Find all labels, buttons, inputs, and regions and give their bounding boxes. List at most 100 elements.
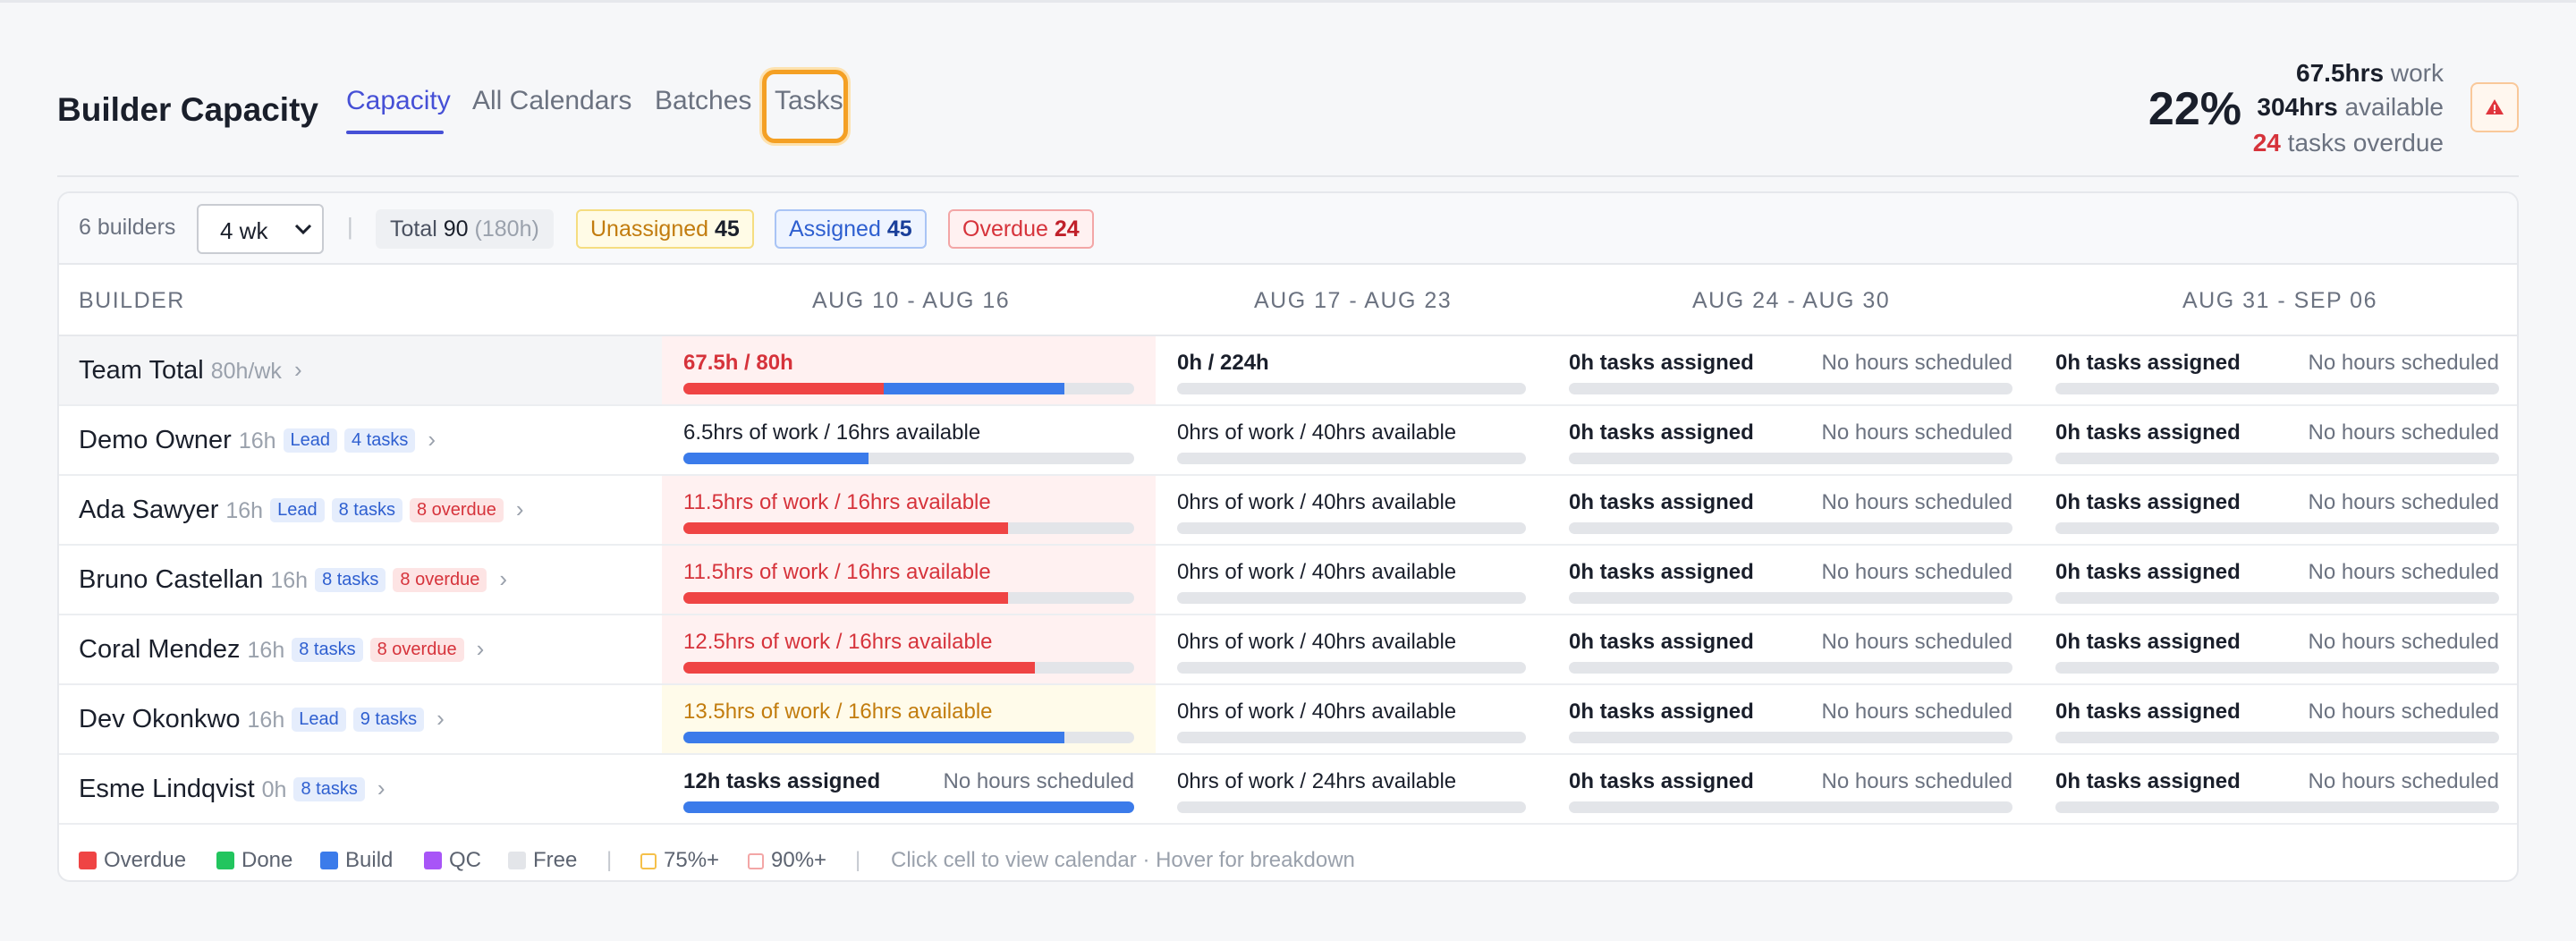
week-capacity-cell[interactable]: 6.5hrs of work / 16hrs available [662, 406, 1156, 474]
builder-name: Dev Okonkwo 16h Lead 9 tasks › [79, 705, 445, 734]
builder-name-cell[interactable]: Demo Owner 16h Lead 4 tasks › [59, 406, 662, 474]
toolbar-separator: | [347, 213, 353, 240]
week-capacity-cell[interactable]: 0h tasks assigned No hours scheduled [2034, 755, 2517, 823]
week-capacity-cell[interactable]: 0hrs of work / 40hrs available [1156, 476, 1547, 544]
capacity-bar [1569, 453, 2012, 464]
week-capacity-cell[interactable]: 0h tasks assigned No hours scheduled [1547, 476, 2034, 544]
capacity-bar [683, 522, 1134, 534]
builder-row[interactable]: Coral Mendez 16h 8 tasks 8 overdue › 12.5hrs … [59, 615, 2517, 685]
week-capacity-cell[interactable]: 0h tasks assigned No hours scheduled [2034, 685, 2517, 753]
week-capacity-cell[interactable]: 13.5hrs of work / 16hrs available [662, 685, 1156, 753]
capacity-bar [2055, 453, 2499, 464]
chevron-right-icon[interactable]: › [477, 635, 485, 663]
tab-batches[interactable]: Batches [655, 86, 751, 116]
week-capacity-cell[interactable]: 0hrs of work / 24hrs available [1156, 755, 1547, 823]
chevron-right-icon[interactable]: › [377, 775, 386, 802]
build-segment [683, 453, 869, 464]
week-schedule-status: No hours scheduled [1821, 351, 2012, 375]
builder-row[interactable]: Demo Owner 16h Lead 4 tasks › 6.5hrs of work … [59, 406, 2517, 476]
week-capacity-cell[interactable]: 0h tasks assigned No hours scheduled [1547, 406, 2034, 474]
overdue-segment [683, 522, 1008, 534]
week-capacity-cell[interactable]: 0h tasks assigned No hours scheduled [2034, 336, 2517, 404]
week-capacity-label: 0h tasks assigned [2055, 420, 2241, 445]
week-capacity-cell[interactable]: 0h tasks assigned No hours scheduled [1547, 546, 2034, 614]
week-capacity-cell[interactable]: 12.5hrs of work / 16hrs available [662, 615, 1156, 683]
builder-row[interactable]: Ada Sawyer 16h Lead 8 tasks 8 overdue › 11.5hr… [59, 476, 2517, 546]
week-capacity-label: 13.5hrs of work / 16hrs available [683, 699, 993, 724]
capacity-bar [1569, 662, 2012, 674]
week-capacity-cell[interactable]: 0h tasks assigned No hours scheduled [2034, 476, 2517, 544]
week-capacity-label: 0h tasks assigned [1569, 420, 1754, 445]
week-capacity-cell[interactable]: 0h tasks assigned No hours scheduled [2034, 406, 2517, 474]
builder-hours-per-week: 80h/wk [210, 359, 282, 384]
week-schedule-status: No hours scheduled [1821, 699, 2012, 724]
overdue-filter-chip[interactable]: Overdue 24 [948, 209, 1094, 249]
week-capacity-cell[interactable]: 11.5hrs of work / 16hrs available [662, 476, 1156, 544]
overdue-alert-button[interactable] [2470, 82, 2519, 132]
tab-capacity[interactable]: Capacity [346, 86, 451, 116]
header-divider [57, 175, 2519, 177]
week-capacity-cell[interactable]: 0h tasks assigned No hours scheduled [2034, 615, 2517, 683]
capacity-bar [683, 732, 1134, 743]
build-segment [683, 732, 1064, 743]
builder-row[interactable]: Esme Lindqvist 0h 8 tasks › 12h tasks assign… [59, 755, 2517, 825]
task-count-badge: 9 tasks [352, 708, 425, 732]
total-chip: Total 90 (180h) [376, 209, 554, 249]
week-capacity-cell[interactable]: 12h tasks assigned No hours scheduled [662, 755, 1156, 823]
week-capacity-cell[interactable]: 0hrs of work / 40hrs available [1156, 615, 1547, 683]
builder-name-cell[interactable]: Ada Sawyer 16h Lead 8 tasks 8 overdue › [59, 476, 662, 544]
week-capacity-cell[interactable]: 0h tasks assigned No hours scheduled [1547, 755, 2034, 823]
chevron-right-icon[interactable]: › [516, 496, 524, 523]
week-capacity-cell[interactable]: 0hrs of work / 40hrs available [1156, 685, 1547, 753]
week-capacity-cell[interactable]: 0hrs of work / 40hrs available [1156, 406, 1547, 474]
column-header-builder: BUILDER [79, 288, 185, 313]
chevron-right-icon[interactable]: › [499, 565, 507, 593]
chevron-right-icon[interactable]: › [436, 705, 445, 733]
range-select[interactable]: 4 wk [197, 204, 324, 254]
chevron-right-icon[interactable]: › [294, 356, 302, 384]
week-capacity-cell[interactable]: 0h tasks assigned No hours scheduled [1547, 615, 2034, 683]
builder-name-cell[interactable]: Coral Mendez 16h 8 tasks 8 overdue › [59, 615, 662, 683]
week-schedule-status: No hours scheduled [1821, 560, 2012, 584]
week-capacity-cell[interactable]: 67.5h / 80h [662, 336, 1156, 404]
tab-tasks[interactable]: Tasks [775, 86, 843, 116]
capacity-bar [683, 592, 1134, 604]
capacity-table-card: 6 builders 4 wk | Total 90 (180h) Unassi… [57, 191, 2519, 882]
week-capacity-label: 67.5h / 80h [683, 351, 793, 375]
legend-swatch [79, 852, 97, 869]
week-capacity-cell[interactable]: 0hrs of work / 40hrs available [1156, 546, 1547, 614]
legend-item-free: Free [508, 848, 577, 873]
builder-name-text: Coral Mendez [79, 635, 241, 664]
week-capacity-cell[interactable]: 0h tasks assigned No hours scheduled [2034, 546, 2517, 614]
builder-name-cell[interactable]: Dev Okonkwo 16h Lead 9 tasks › [59, 685, 662, 753]
week-capacity-cell[interactable]: 0h / 224h [1156, 336, 1547, 404]
legend-swatch [216, 852, 234, 869]
builder-name: Ada Sawyer 16h Lead 8 tasks 8 overdue › [79, 496, 524, 525]
chevron-right-icon[interactable]: › [428, 426, 436, 454]
legend-threshold-90: 90%+ [748, 848, 826, 873]
legend-item-done: Done [216, 848, 292, 873]
page-header: Builder Capacity Capacity All Calendars … [57, 54, 2519, 177]
builder-hours-per-week: 16h [247, 638, 285, 663]
team-total-row[interactable]: Team Total 80h/wk › 67.5h / 80h 0h / 224h 0h … [59, 336, 2517, 406]
week-capacity-cell[interactable]: 11.5hrs of work / 16hrs available [662, 546, 1156, 614]
builder-name-cell[interactable]: Esme Lindqvist 0h 8 tasks › [59, 755, 662, 823]
week-capacity-label: 0h tasks assigned [2055, 490, 2241, 514]
table-header: BUILDER AUG 10 - AUG 16 AUG 17 - AUG 23 … [59, 265, 2517, 336]
week-capacity-cell[interactable]: 0h tasks assigned No hours scheduled [1547, 336, 2034, 404]
builder-row[interactable]: Dev Okonkwo 16h Lead 9 tasks › 13.5hrs of wor… [59, 685, 2517, 755]
assigned-filter-chip[interactable]: Assigned 45 [775, 209, 927, 249]
legend-hint: Click cell to view calendar · Hover for … [891, 848, 1355, 872]
week-capacity-cell[interactable]: 0h tasks assigned No hours scheduled [1547, 685, 2034, 753]
tab-all-calendars[interactable]: All Calendars [472, 86, 631, 116]
builder-name-cell[interactable]: Bruno Castellan 16h 8 tasks 8 overdue › [59, 546, 662, 614]
week-capacity-label: 0hrs of work / 40hrs available [1177, 630, 1457, 654]
unassigned-filter-chip[interactable]: Unassigned 45 [576, 209, 754, 249]
builder-row[interactable]: Bruno Castellan 16h 8 tasks 8 overdue › 11.5h… [59, 546, 2517, 615]
builder-name: Bruno Castellan 16h 8 tasks 8 overdue › [79, 565, 507, 595]
builder-name-cell[interactable]: Team Total 80h/wk › [59, 336, 662, 404]
week-capacity-label: 0h tasks assigned [1569, 490, 1754, 514]
chevron-down-icon [294, 224, 312, 235]
capacity-bar [1177, 801, 1526, 813]
capacity-bar [683, 801, 1134, 813]
